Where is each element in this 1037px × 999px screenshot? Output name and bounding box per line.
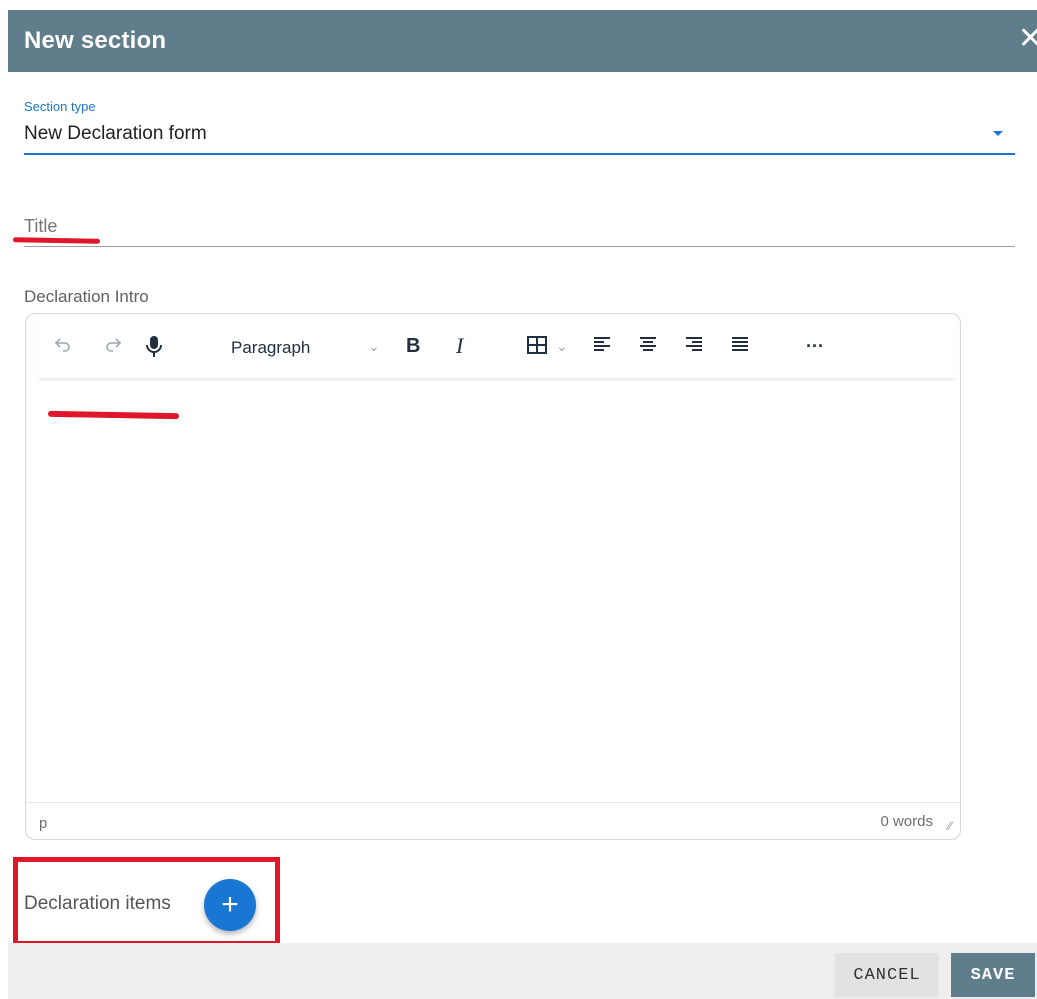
editor-toolbar: Paragraph ⌄ B I ⌄ ··· — [38, 314, 956, 378]
dialog-header: New section ✕ — [8, 10, 1037, 72]
italic-button[interactable]: I — [456, 334, 463, 358]
bold-button[interactable]: B — [406, 334, 420, 358]
declaration-items-label: Declaration items — [24, 893, 171, 914]
editor-statusbar: p 0 words ⁄⁄ — [26, 802, 960, 839]
annotation-underline — [47, 410, 180, 420]
plus-icon: + — [221, 888, 239, 921]
section-type-value[interactable]: New Declaration form — [24, 123, 207, 145]
editor-content[interactable] — [26, 382, 960, 802]
title-underline — [24, 246, 1015, 247]
block-format-select[interactable]: Paragraph — [231, 338, 310, 358]
select-underline — [24, 153, 1015, 155]
word-count[interactable]: 0 words — [880, 813, 933, 830]
align-center-icon[interactable] — [638, 334, 658, 360]
save-button[interactable]: SAVE — [951, 953, 1035, 997]
rich-text-editor[interactable]: Paragraph ⌄ B I ⌄ ··· p 0 words ⁄⁄ — [25, 313, 961, 840]
align-right-icon[interactable] — [684, 334, 704, 360]
microphone-icon[interactable] — [144, 334, 164, 364]
cancel-button[interactable]: CANCEL — [835, 953, 939, 997]
title-placeholder[interactable]: Title — [24, 216, 57, 237]
redo-icon[interactable] — [102, 334, 124, 362]
chevron-down-icon[interactable]: ⌄ — [368, 338, 380, 355]
align-left-icon[interactable] — [592, 334, 612, 360]
add-declaration-item-button[interactable]: + — [204, 879, 256, 931]
undo-icon[interactable] — [52, 334, 74, 362]
dropdown-arrow-icon[interactable] — [993, 131, 1003, 136]
element-path[interactable]: p — [39, 815, 47, 832]
align-justify-icon[interactable] — [730, 334, 750, 360]
table-icon[interactable] — [526, 334, 548, 362]
resize-handle-icon[interactable]: ⁄⁄ — [948, 819, 952, 833]
section-type-label: Section type — [24, 99, 96, 114]
dialog-title: New section — [24, 27, 167, 54]
more-options-button[interactable]: ··· — [806, 334, 824, 358]
dialog-footer: CANCEL SAVE — [8, 943, 1037, 999]
declaration-intro-label: Declaration Intro — [24, 287, 149, 306]
annotation-underline — [12, 237, 101, 244]
close-icon[interactable]: ✕ — [1018, 24, 1037, 54]
table-chevron-icon[interactable]: ⌄ — [556, 338, 568, 355]
